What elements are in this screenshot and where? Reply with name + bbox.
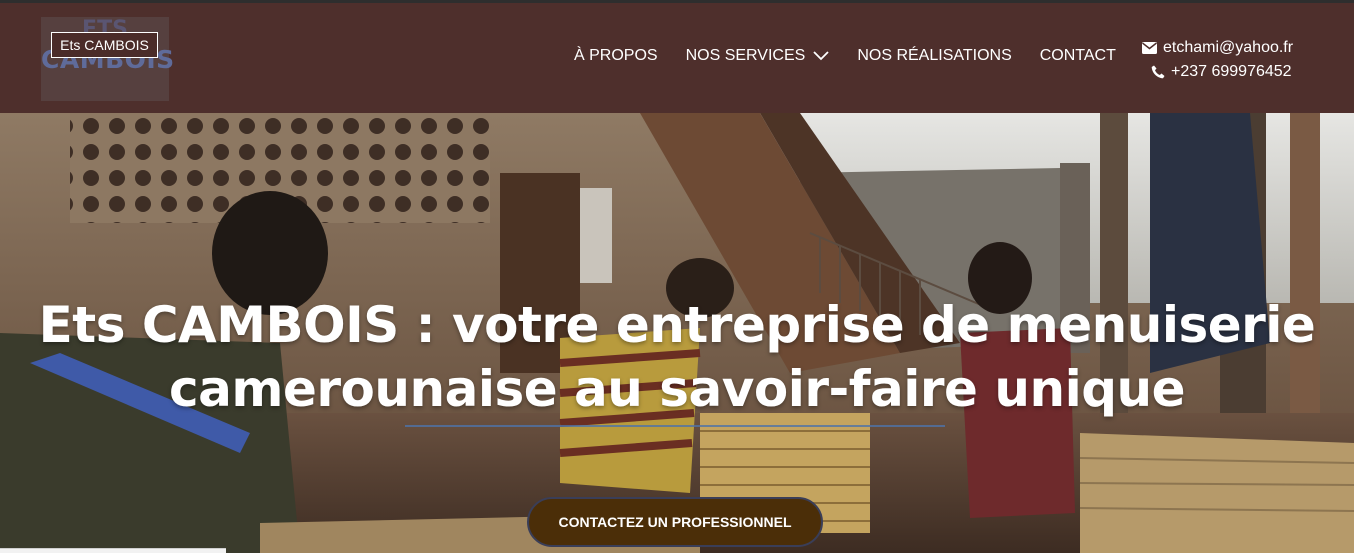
hero-title-line-2: camerounaise au savoir-faire unique [168, 360, 1186, 418]
main-nav: À PROPOS NOS SERVICES NOS RÉALISATIONS C… [574, 44, 1144, 68]
nav-item-label: NOS SERVICES [685, 47, 806, 64]
nav-item-label: À PROPOS [574, 47, 658, 64]
contact-professional-button[interactable]: CONTACTEZ UN PROFESSIONNEL [527, 497, 823, 547]
chevron-down-icon [813, 51, 829, 61]
envelope-icon [1142, 42, 1157, 54]
nav-item-label: CONTACT [1039, 47, 1116, 64]
logo[interactable]: ETS CAMBOIS Ets CAMBOIS [41, 17, 174, 101]
nav-item-contact[interactable]: CONTACT [1040, 44, 1116, 68]
hero-title: Ets CAMBOIS : votre entreprise de menuis… [0, 293, 1354, 421]
phone-text: +237 699976452 [1171, 63, 1292, 80]
contact-info: etchami@yahoo.fr +237 699976452 [1142, 36, 1322, 84]
email-link[interactable]: etchami@yahoo.fr [1142, 36, 1322, 60]
email-text: etchami@yahoo.fr [1163, 39, 1294, 56]
hero-title-line-1: Ets CAMBOIS : votre entreprise de menuis… [38, 296, 1316, 354]
nav-item-a-propos[interactable]: À PROPOS [574, 44, 658, 68]
site-header: ETS CAMBOIS Ets CAMBOIS À PROPOS NOS SER… [0, 3, 1354, 113]
hero-banner: Ets CAMBOIS : votre entreprise de menuis… [0, 113, 1354, 553]
nav-item-nos-services[interactable]: NOS SERVICES [686, 44, 830, 68]
browser-status-bar [0, 548, 226, 553]
hero-divider [405, 425, 945, 427]
logo-label: Ets CAMBOIS [51, 32, 158, 58]
nav-item-nos-realisations[interactable]: NOS RÉALISATIONS [857, 44, 1011, 68]
phone-icon [1151, 65, 1165, 79]
nav-item-label: NOS RÉALISATIONS [857, 47, 1012, 64]
phone-link[interactable]: +237 699976452 [1142, 60, 1322, 84]
